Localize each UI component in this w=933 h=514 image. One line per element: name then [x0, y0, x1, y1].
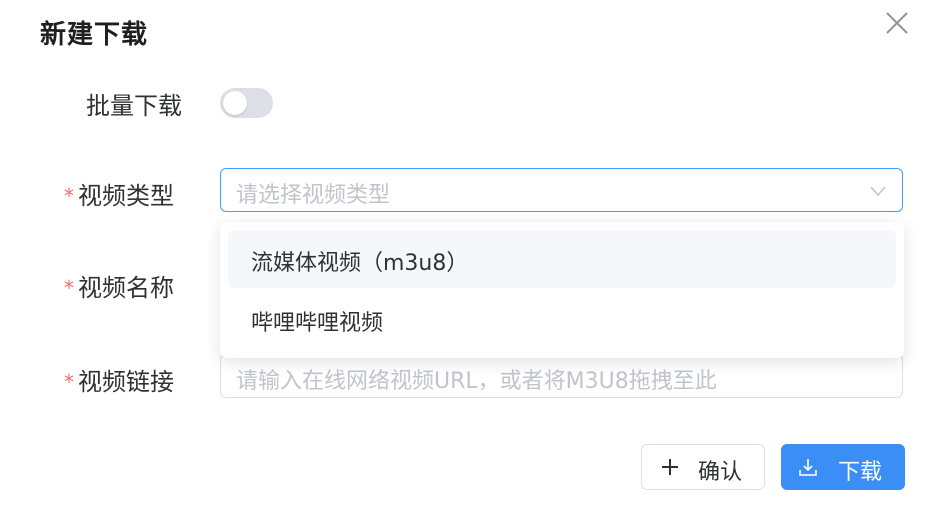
- confirm-button[interactable]: 确认: [641, 444, 765, 490]
- close-icon: [886, 12, 908, 34]
- option-label: 流媒体视频（m3u8）: [251, 251, 469, 276]
- batch-download-label: 批量下载: [86, 92, 182, 120]
- dropdown-option-bilibili[interactable]: 哔哩哔哩视频: [228, 290, 896, 348]
- video-type-label: * 视频类型: [64, 176, 174, 211]
- video-name-label: * 视频名称: [64, 268, 174, 303]
- batch-download-toggle[interactable]: [220, 88, 273, 118]
- toggle-knob: [223, 91, 247, 115]
- dialog-title: 新建下载: [40, 20, 149, 50]
- video-link-input[interactable]: 请输入在线网络视频URL，或者将M3U8拖拽至此: [220, 354, 903, 398]
- video-link-label: * 视频链接: [64, 362, 174, 397]
- option-label: 哔哩哔哩视频: [251, 311, 384, 336]
- video-type-select[interactable]: 请选择视频类型: [220, 168, 903, 212]
- required-mark: *: [64, 370, 74, 394]
- chevron-down-icon: [870, 186, 886, 197]
- close-button[interactable]: [882, 8, 912, 38]
- video-type-label-text: 视频类型: [78, 182, 174, 210]
- video-name-label-text: 视频名称: [78, 274, 174, 302]
- video-link-placeholder: 请输入在线网络视频URL，或者将M3U8拖拽至此: [236, 369, 717, 394]
- new-download-dialog: 新建下载 批量下载 * 视频类型 请选择视频类型 * 视频名称 * 视频链接 请输入在…: [0, 0, 933, 514]
- download-button[interactable]: 下载: [781, 444, 905, 490]
- dropdown-option-m3u8[interactable]: 流媒体视频（m3u8）: [228, 230, 896, 288]
- video-type-dropdown: 流媒体视频（m3u8） 哔哩哔哩视频: [220, 222, 904, 358]
- plus-icon: [662, 459, 678, 475]
- required-mark: *: [64, 184, 74, 208]
- download-button-label: 下载: [838, 460, 883, 485]
- required-mark: *: [64, 276, 74, 300]
- video-type-placeholder: 请选择视频类型: [236, 183, 391, 208]
- download-icon: [799, 459, 817, 476]
- confirm-button-label: 确认: [698, 460, 743, 485]
- video-link-label-text: 视频链接: [78, 368, 174, 396]
